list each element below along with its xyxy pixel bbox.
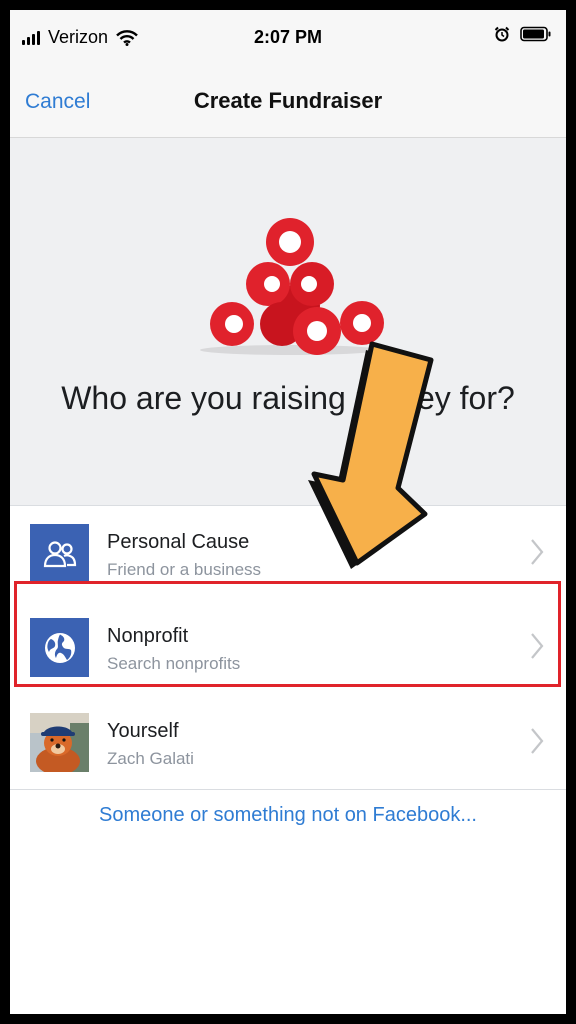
battery-icon bbox=[520, 26, 551, 42]
option-subtitle: Friend or a business bbox=[107, 560, 262, 579]
option-title: Nonprofit bbox=[107, 625, 189, 647]
option-title: Personal Cause bbox=[107, 531, 250, 553]
divider bbox=[10, 789, 566, 790]
alarm-icon bbox=[494, 26, 510, 42]
option-nonprofit[interactable]: Nonprofit Search nonprofits bbox=[10, 600, 566, 694]
chevron-right-icon bbox=[531, 633, 544, 659]
hero-section: Who are you raising money for? bbox=[10, 138, 566, 506]
chevron-right-icon bbox=[531, 539, 544, 565]
avatar bbox=[30, 713, 89, 772]
chevron-right-icon bbox=[531, 728, 544, 754]
option-yourself[interactable]: Yourself Zach Galati bbox=[10, 695, 566, 789]
screen: Verizon 2:07 PM Cancel Create Fundraiser… bbox=[10, 10, 566, 1014]
status-time: 2:07 PM bbox=[253, 27, 323, 47]
not-on-facebook-link[interactable]: Someone or something not on Facebook... bbox=[10, 804, 566, 827]
option-personal-cause[interactable]: Personal Cause Friend or a business bbox=[10, 506, 566, 600]
question-heading: Who are you raising money for? bbox=[61, 380, 515, 416]
globe-icon bbox=[30, 618, 89, 677]
option-subtitle: Zach Galati bbox=[107, 749, 194, 768]
page-title: Create Fundraiser bbox=[193, 88, 383, 113]
status-right bbox=[494, 26, 552, 42]
hearts-illustration bbox=[200, 218, 384, 355]
nav-bar: Cancel Create Fundraiser bbox=[10, 68, 566, 138]
status-bar: Verizon 2:07 PM bbox=[10, 10, 566, 68]
people-icon bbox=[30, 524, 89, 583]
option-subtitle: Search nonprofits bbox=[107, 654, 241, 673]
option-title: Yourself bbox=[107, 720, 179, 742]
